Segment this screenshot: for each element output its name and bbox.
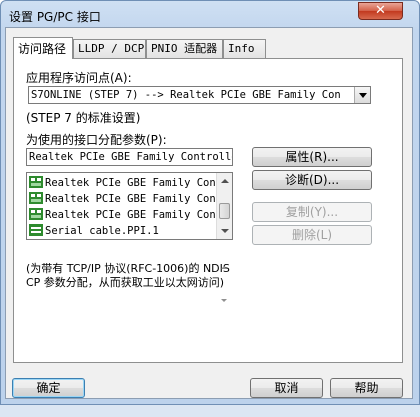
scroll-down-icon[interactable] xyxy=(221,229,229,233)
interface-list[interactable]: Realtek PCIe GBE Family Cont Realtek PCI… xyxy=(26,172,233,240)
scroll-up-icon[interactable] xyxy=(221,179,229,183)
copy-button[interactable]: 复制(Y)... xyxy=(252,202,372,222)
tab-pnio-adapter[interactable]: PNIO 适配器 xyxy=(146,39,223,59)
access-point-note: (STEP 7 的标准设置) xyxy=(26,111,141,125)
chevron-down-icon[interactable] xyxy=(354,87,370,103)
description-scrollbar[interactable] xyxy=(218,262,232,306)
access-point-value: S7ONLINE (STEP 7) --> Realtek PCIe GBE F… xyxy=(31,89,341,101)
scroll-up-icon[interactable] xyxy=(221,266,227,269)
ok-button[interactable]: 确定 xyxy=(12,378,85,398)
access-point-select[interactable]: S7ONLINE (STEP 7) --> Realtek PCIe GBE F… xyxy=(28,86,371,104)
tab-lldp-dcp[interactable]: LLDP / DCP xyxy=(73,39,146,59)
interface-label: 为使用的接口分配参数(P): xyxy=(26,133,167,147)
network-adapter-icon xyxy=(29,192,43,204)
interface-value: Realtek PCIe GBE Family Controller xyxy=(29,151,233,163)
help-button[interactable]: 帮助 xyxy=(330,378,403,398)
scroll-thumb[interactable] xyxy=(219,203,230,219)
list-item[interactable]: Realtek PCIe GBE Family Cont xyxy=(29,207,219,223)
close-button[interactable]: ✕ xyxy=(358,2,403,20)
list-item[interactable]: Realtek PCIe GBE Family Cont xyxy=(29,175,219,191)
network-adapter-icon xyxy=(29,176,43,188)
list-scrollbar[interactable] xyxy=(216,173,232,239)
access-point-label: 应用程序访问点(A): xyxy=(26,71,132,85)
properties-button[interactable]: 属性(R)... xyxy=(252,147,372,167)
close-icon: ✕ xyxy=(375,3,386,18)
cancel-button[interactable]: 取消 xyxy=(250,378,323,398)
window-title: 设置 PG/PC 接口 xyxy=(9,10,101,24)
tab-access-path[interactable]: 访问路径 xyxy=(13,37,73,59)
description-text: (为带有 TCP/IP 协议(RFC-1006)的 NDIS CP 参数分配，从… xyxy=(26,262,230,289)
serial-cable-icon xyxy=(29,224,43,236)
network-adapter-icon xyxy=(29,208,43,220)
delete-button[interactable]: 删除(L) xyxy=(252,225,372,245)
diagnostics-button[interactable]: 诊断(D)... xyxy=(252,170,372,190)
tab-info[interactable]: Info xyxy=(223,39,266,59)
scroll-down-icon[interactable] xyxy=(221,299,227,302)
list-item[interactable]: Serial cable.PPI.1 xyxy=(29,223,219,239)
background-taskbar xyxy=(0,405,420,417)
list-item[interactable]: Realtek PCIe GBE Family Cont xyxy=(29,191,219,207)
interface-field[interactable]: Realtek PCIe GBE Family Controller xyxy=(26,148,233,166)
